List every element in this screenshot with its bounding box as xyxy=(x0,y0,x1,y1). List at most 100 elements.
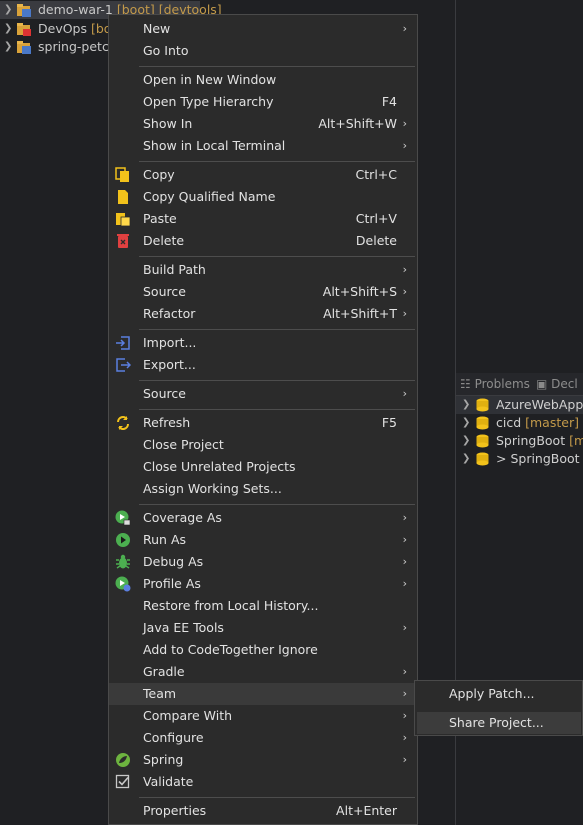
import-icon xyxy=(116,336,130,350)
menu-item-spring[interactable]: Spring › xyxy=(109,749,417,771)
submenu-arrow-icon: › xyxy=(402,533,407,546)
tab-problems[interactable]: ☷ Problems xyxy=(460,373,530,395)
submenu-arrow-icon: › xyxy=(402,753,407,766)
submenu-arrow-icon: › xyxy=(402,263,407,276)
menu-item-close-unrelated-projects[interactable]: Close Unrelated Projects xyxy=(109,456,417,478)
menu-item-coverage-as[interactable]: Coverage As › xyxy=(109,507,417,529)
tree-item-label: DevOps xyxy=(38,21,87,36)
menu-item-open-in-new-window[interactable]: Open in New Window xyxy=(109,69,417,91)
menu-item-add-codetogether-ignore[interactable]: Add to CodeTogether Ignore xyxy=(109,639,417,661)
menu-separator xyxy=(139,409,415,410)
coverage-icon xyxy=(115,510,131,526)
submenu-arrow-icon: › xyxy=(402,139,407,152)
delete-icon xyxy=(117,234,129,248)
menu-item-assign-working-sets[interactable]: Assign Working Sets... xyxy=(109,478,417,500)
submenu-arrow-icon: › xyxy=(402,709,407,722)
submenu-arrow-icon: › xyxy=(402,731,407,744)
submenu-arrow-icon: › xyxy=(402,621,407,634)
tab-declaration[interactable]: ▣ Decl xyxy=(536,373,578,395)
submenu-arrow-icon: › xyxy=(402,307,407,320)
menu-item-share-project[interactable]: Share Project... xyxy=(417,712,581,734)
shortcut-label: Ctrl+V xyxy=(355,211,397,226)
chevron-right-icon[interactable]: ❯ xyxy=(462,432,470,450)
menu-item-close-project[interactable]: Close Project xyxy=(109,434,417,456)
refresh-icon xyxy=(117,416,129,430)
menu-item-export[interactable]: Export... xyxy=(109,354,417,376)
context-menu: New › Go Into Open in New Window Open Ty… xyxy=(108,14,418,825)
menu-item-source[interactable]: Source Alt+Shift+S › xyxy=(109,281,417,303)
menu-item-copy[interactable]: Copy Ctrl+C xyxy=(109,164,417,186)
menu-item-open-type-hierarchy[interactable]: Open Type Hierarchy F4 xyxy=(109,91,417,113)
shortcut-label: Alt+Enter xyxy=(336,803,397,818)
menu-item-team[interactable]: Team › xyxy=(109,683,417,705)
chevron-right-icon[interactable]: ❯ xyxy=(462,450,470,468)
chevron-right-icon[interactable]: ❯ xyxy=(462,396,470,414)
shortcut-label: Alt+Shift+T xyxy=(323,306,397,321)
shortcut-label: Ctrl+C xyxy=(355,167,397,182)
menu-item-copy-qualified-name[interactable]: Copy Qualified Name xyxy=(109,186,417,208)
menu-item-show-in[interactable]: Show In Alt+Shift+W › xyxy=(109,113,417,135)
declaration-icon: ▣ xyxy=(536,377,548,391)
repo-item[interactable]: ❯ cicd [master] - C xyxy=(456,414,583,432)
menu-item-source-2[interactable]: Source › xyxy=(109,383,417,405)
repo-item[interactable]: ❯ AzureWebAppCl xyxy=(456,396,583,414)
menu-item-configure[interactable]: Configure › xyxy=(109,727,417,749)
repository-icon xyxy=(476,416,489,430)
bottom-right-panel: ☷ Problems ▣ Decl ❯ AzureWebAppCl ❯ cicd… xyxy=(456,373,583,825)
submenu-arrow-icon: › xyxy=(402,117,407,130)
export-icon xyxy=(116,358,131,372)
menu-item-refresh[interactable]: Refresh F5 xyxy=(109,412,417,434)
chevron-right-icon[interactable]: ❯ xyxy=(4,1,14,19)
debug-bug-icon xyxy=(116,554,130,569)
menu-item-paste[interactable]: Paste Ctrl+V xyxy=(109,208,417,230)
submenu-arrow-icon: › xyxy=(402,665,407,678)
submenu-arrow-icon: › xyxy=(402,555,407,568)
validate-checkbox-icon xyxy=(115,774,130,789)
menu-separator xyxy=(139,66,415,67)
chevron-right-icon[interactable]: ❯ xyxy=(4,20,14,38)
menu-item-restore-local-history[interactable]: Restore from Local History... xyxy=(109,595,417,617)
submenu-arrow-icon: › xyxy=(402,511,407,524)
submenu-arrow-icon: › xyxy=(402,577,407,590)
chevron-right-icon[interactable]: ❯ xyxy=(462,414,470,432)
shortcut-label: F5 xyxy=(381,415,397,430)
menu-item-gradle[interactable]: Gradle › xyxy=(109,661,417,683)
menu-item-go-into[interactable]: Go Into xyxy=(109,40,417,62)
shortcut-label: Alt+Shift+W xyxy=(318,116,397,131)
copy-icon xyxy=(115,167,129,182)
menu-item-import[interactable]: Import... xyxy=(109,332,417,354)
menu-item-profile-as[interactable]: Profile As › xyxy=(109,573,417,595)
paste-icon xyxy=(116,213,131,227)
menu-item-validate[interactable]: Validate xyxy=(109,771,417,793)
submenu-arrow-icon: › xyxy=(402,687,407,700)
menu-item-new[interactable]: New › xyxy=(109,18,417,40)
menu-separator xyxy=(139,329,415,330)
repository-icon xyxy=(476,452,489,466)
submenu-arrow-icon: › xyxy=(402,387,407,400)
menu-item-build-path[interactable]: Build Path › xyxy=(109,259,417,281)
shortcut-label: Delete xyxy=(355,233,397,248)
tree-item-label: demo-war-1 xyxy=(38,2,113,17)
menu-item-show-in-local-terminal[interactable]: Show in Local Terminal › xyxy=(109,135,417,157)
menu-item-delete[interactable]: Delete Delete xyxy=(109,230,417,252)
menu-item-debug-as[interactable]: Debug As › xyxy=(109,551,417,573)
submenu-arrow-icon: › xyxy=(402,22,407,35)
run-icon xyxy=(116,533,130,547)
team-submenu: Apply Patch... Share Project... xyxy=(414,680,583,736)
menu-item-compare-with[interactable]: Compare With › xyxy=(109,705,417,727)
submenu-arrow-icon: › xyxy=(402,285,407,298)
editor-area xyxy=(456,0,583,373)
menu-separator xyxy=(139,380,415,381)
menu-separator xyxy=(139,161,415,162)
menu-item-java-ee-tools[interactable]: Java EE Tools › xyxy=(109,617,417,639)
copy-qualified-name-icon xyxy=(118,190,128,204)
chevron-right-icon[interactable]: ❯ xyxy=(4,38,14,56)
menu-item-refactor[interactable]: Refactor Alt+Shift+T › xyxy=(109,303,417,325)
menu-item-properties[interactable]: Properties Alt+Enter xyxy=(109,800,417,822)
menu-item-apply-patch[interactable]: Apply Patch... xyxy=(417,683,581,705)
repo-item[interactable]: ❯ SpringBoot [mas xyxy=(456,432,583,450)
repo-item[interactable]: ❯ > SpringBoot [m xyxy=(456,450,583,468)
view-tab-bar: ☷ Problems ▣ Decl xyxy=(456,373,583,396)
project-folder-icon xyxy=(17,4,31,17)
menu-item-run-as[interactable]: Run As › xyxy=(109,529,417,551)
